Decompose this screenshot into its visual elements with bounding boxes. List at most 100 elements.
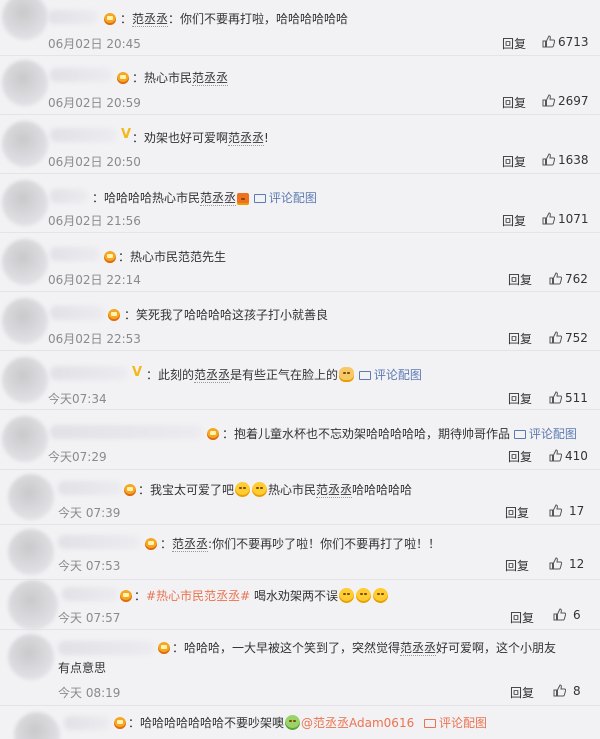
- reply-button[interactable]: 回复: [502, 153, 526, 170]
- mention-link[interactable]: 范丞丞: [316, 483, 353, 498]
- laugh-emoji-icon: [372, 588, 388, 603]
- avatar[interactable]: [2, 121, 48, 167]
- reply-button[interactable]: 回复: [505, 557, 529, 574]
- thumb-up-icon: [549, 557, 562, 570]
- username-blurred[interactable]: [50, 366, 128, 380]
- comment-text: ：#热心市民范丞丞# 喝水劝架两不误: [134, 588, 389, 604]
- username-blurred[interactable]: [48, 10, 98, 24]
- reply-button[interactable]: 回复: [508, 448, 532, 465]
- vip-badge-icon: [207, 428, 219, 440]
- mention-link[interactable]: 范丞丞: [228, 131, 265, 146]
- mention-link[interactable]: @范丞丞Adam0616: [301, 716, 414, 730]
- comment-list: ：范丞丞：你们不要再打啦，哈哈哈哈哈哈 06月02日 20:45 回复 6713…: [0, 0, 600, 739]
- sticker-badge-icon: [237, 193, 250, 205]
- avatar[interactable]: [8, 474, 54, 520]
- mention-link[interactable]: 范丞丞: [400, 641, 437, 656]
- like-button[interactable]: 17: [549, 504, 584, 518]
- grin-emoji-icon: [235, 482, 251, 497]
- reply-button[interactable]: 回复: [510, 684, 534, 701]
- comment-text: ：哈哈哈哈哈哈哈不要吵架噢 @范丞丞Adam0616 评论配图: [128, 715, 487, 731]
- username-blurred[interactable]: [50, 128, 116, 142]
- username-blurred[interactable]: [50, 306, 104, 320]
- username-blurred[interactable]: [62, 587, 118, 601]
- username-blurred[interactable]: [50, 189, 88, 203]
- vip-badge-icon: [124, 484, 136, 496]
- like-button[interactable]: 8: [553, 684, 581, 698]
- like-button[interactable]: 6: [553, 608, 581, 622]
- comment-body: ：哈哈哈哈哈哈哈不要吵架噢: [128, 716, 285, 730]
- reply-button[interactable]: 回复: [505, 504, 529, 521]
- verified-v-icon: V: [121, 127, 132, 142]
- username-blurred[interactable]: [58, 535, 140, 549]
- like-button[interactable]: 2697: [542, 94, 589, 108]
- like-count: 2697: [558, 94, 589, 108]
- comment-body: ：我宝太可爱了吧: [138, 483, 235, 497]
- username-blurred[interactable]: [50, 68, 112, 82]
- like-button[interactable]: 12: [549, 557, 584, 571]
- like-count: 762: [565, 272, 588, 286]
- avatar[interactable]: [8, 634, 54, 680]
- like-button[interactable]: 1638: [542, 153, 589, 167]
- verified-v-icon: V: [132, 365, 143, 380]
- image-icon: [358, 371, 371, 380]
- thumb-up-icon: [549, 272, 562, 285]
- username-blurred[interactable]: [58, 481, 122, 495]
- topic-link[interactable]: #热心市民范丞丞#: [146, 589, 250, 603]
- comment-text: ：笑死我了哈哈哈哈这孩子打小就善良: [124, 307, 328, 323]
- mention-link[interactable]: 范丞丞: [192, 71, 229, 86]
- like-button[interactable]: 6713: [542, 35, 589, 49]
- like-button[interactable]: 1071: [542, 212, 589, 226]
- comment-image-link[interactable]: 评论配图: [424, 716, 487, 730]
- reply-button[interactable]: 回复: [502, 212, 526, 229]
- avatar[interactable]: [2, 0, 48, 40]
- username-blurred[interactable]: [64, 716, 110, 730]
- avatar[interactable]: [2, 239, 48, 285]
- vip-badge-icon: [120, 590, 132, 602]
- vip-badge-icon: [117, 72, 129, 84]
- mention-link[interactable]: 范丞丞: [132, 12, 169, 27]
- dog-emoji-icon: [339, 367, 355, 382]
- avatar[interactable]: [2, 298, 48, 344]
- like-count: 6713: [558, 35, 589, 49]
- comment-body: ：: [160, 537, 173, 551]
- mention-link[interactable]: 范丞丞: [172, 537, 209, 552]
- reply-button[interactable]: 回复: [508, 390, 532, 407]
- mention-link[interactable]: 范丞丞: [200, 191, 237, 206]
- reply-button[interactable]: 回复: [508, 271, 532, 288]
- like-count: 6: [573, 608, 581, 622]
- comment-suffix: !: [264, 131, 269, 145]
- image-icon: [513, 430, 526, 439]
- avatar[interactable]: [2, 60, 48, 106]
- comment-body: ：此刻的: [146, 368, 195, 382]
- comment-body: ：抱着儿童水杯也不忘劝架哈哈哈哈哈，期待帅哥作品: [222, 427, 511, 441]
- reply-button[interactable]: 回复: [502, 35, 526, 52]
- comment-body: ：你们不要再打啦，哈哈哈哈哈哈: [168, 12, 349, 26]
- username-blurred[interactable]: [50, 425, 202, 439]
- comment-suffix: 是有些正气在脸上的: [230, 368, 339, 382]
- like-count: 410: [565, 449, 588, 463]
- avatar[interactable]: [8, 580, 58, 630]
- avatar[interactable]: [2, 180, 48, 226]
- avatar[interactable]: [2, 416, 48, 462]
- like-button[interactable]: 762: [549, 272, 588, 286]
- avatar[interactable]: [2, 357, 48, 403]
- comment-body: ：笑死我了哈哈哈哈这孩子打小就善良: [124, 308, 329, 322]
- comment-text: ：我宝太可爱了吧 热心市民范丞丞哈哈哈哈哈: [138, 482, 412, 498]
- avatar[interactable]: [14, 712, 60, 739]
- reply-button[interactable]: 回复: [510, 609, 534, 626]
- username-blurred[interactable]: [50, 247, 100, 261]
- like-button[interactable]: 511: [549, 391, 588, 405]
- like-button[interactable]: 410: [549, 449, 588, 463]
- reply-button[interactable]: 回复: [508, 330, 532, 347]
- like-button[interactable]: 752: [549, 331, 588, 345]
- mention-link[interactable]: 范丞丞: [194, 368, 231, 383]
- comment-text: ：此刻的范丞丞是有些正气在脸上的 评论配图: [146, 367, 422, 383]
- comment-image-link[interactable]: 评论配图: [513, 427, 577, 441]
- comment-image-link[interactable]: 评论配图: [358, 368, 422, 382]
- reply-button[interactable]: 回复: [502, 94, 526, 111]
- image-icon: [253, 194, 266, 203]
- avatar[interactable]: [8, 529, 54, 575]
- comment-image-link[interactable]: 评论配图: [253, 191, 317, 205]
- comment-time: 今天 08:19: [58, 686, 121, 700]
- comment-time: 今天 07:57: [58, 611, 121, 625]
